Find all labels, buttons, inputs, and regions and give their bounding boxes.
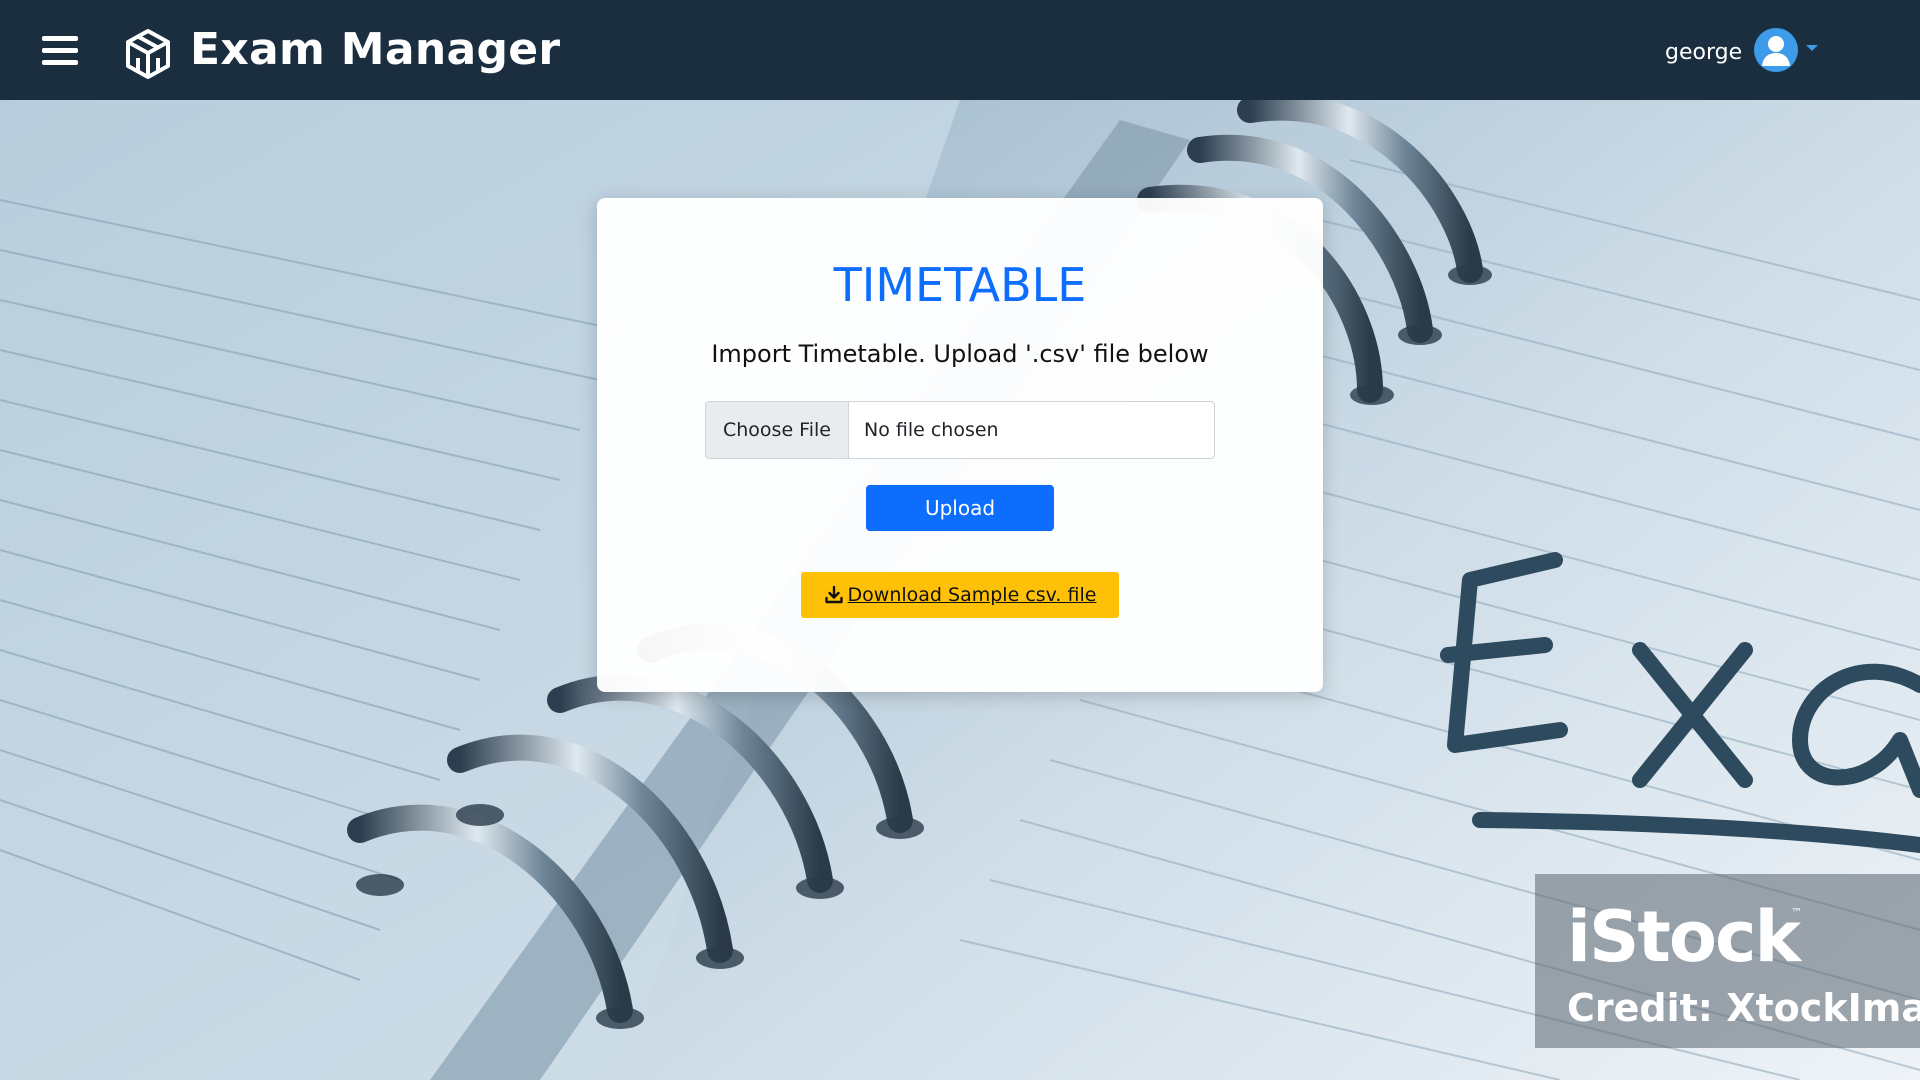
app-title: Exam Manager — [190, 24, 561, 75]
timetable-card: TIMETABLE Import Timetable. Upload '.csv… — [597, 198, 1323, 692]
caret-down-icon[interactable] — [1806, 45, 1818, 51]
watermark-logo: iStock — [1567, 896, 1801, 978]
upload-button[interactable]: Upload — [866, 485, 1054, 531]
choose-file-button[interactable]: Choose File — [706, 402, 849, 458]
download-icon — [824, 585, 843, 604]
user-name[interactable]: george — [1665, 40, 1742, 65]
page-title: TIMETABLE — [833, 258, 1087, 312]
watermark-trademark: ™ — [1791, 906, 1802, 919]
page: Exam Manager george TIMETABLE Import Tim… — [0, 0, 1920, 1080]
user-avatar-icon[interactable] — [1754, 28, 1798, 72]
file-status-text: No file chosen — [864, 419, 999, 441]
download-sample-button[interactable]: Download Sample csv. file — [801, 572, 1119, 618]
cube-logo-icon — [126, 29, 170, 79]
file-input[interactable]: Choose File No file chosen — [705, 401, 1215, 459]
person-icon — [1762, 36, 1790, 66]
hamburger-menu-icon[interactable] — [42, 36, 78, 66]
istock-watermark: iStock ™ Credit: XtockIma — [1535, 874, 1920, 1048]
top-navbar: Exam Manager george — [0, 0, 1920, 100]
page-subtitle: Import Timetable. Upload '.csv' file bel… — [711, 340, 1209, 368]
download-sample-label: Download Sample csv. file — [847, 584, 1097, 606]
watermark-credit: Credit: XtockIma — [1567, 986, 1920, 1030]
